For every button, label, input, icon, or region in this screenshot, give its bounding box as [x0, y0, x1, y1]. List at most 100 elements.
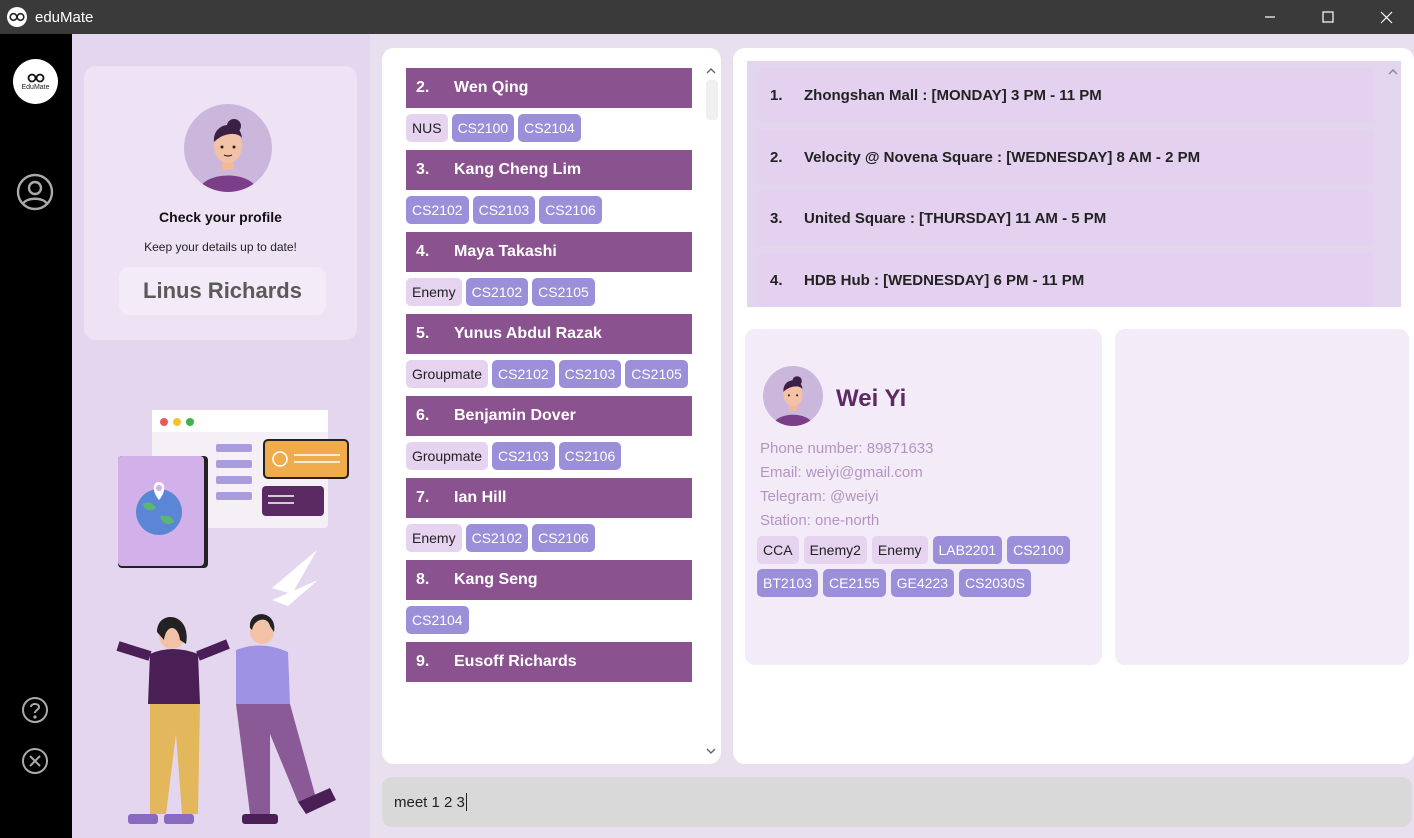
contact-tags: Groupmate CS2103 CS2106: [406, 436, 692, 478]
contact-header[interactable]: 2. Wen Qing: [406, 68, 692, 108]
meetup-text: Velocity @ Novena Square : [WEDNESDAY] 8…: [804, 148, 1201, 166]
edumate-logo[interactable]: EduMate: [13, 59, 58, 104]
exit-button[interactable]: [15, 741, 55, 781]
tag-badge: Enemy: [406, 278, 462, 306]
contact-name: Benjamin Dover: [454, 407, 576, 424]
contact-card[interactable]: 4. Maya Takashi Enemy CS2102 CS2105: [406, 232, 692, 314]
contact-index: 3.: [416, 161, 430, 178]
contact-tags: Groupmate CS2102 CS2103 CS2105: [406, 354, 692, 396]
contact-card[interactable]: 9. Eusoff Richards: [406, 642, 692, 696]
contact-header[interactable]: 7. Ian Hill: [406, 478, 692, 518]
meetup-text: HDB Hub : [WEDNESDAY] 6 PM - 11 PM: [804, 271, 1085, 289]
contact-header[interactable]: 6. Benjamin Dover: [406, 396, 692, 436]
command-input[interactable]: meet 1 2 3: [382, 777, 1412, 827]
contact-name: Yunus Abdul Razak: [454, 325, 602, 342]
tag-badge: CS2103: [558, 360, 622, 388]
tag-badge: CS2105: [625, 360, 688, 388]
tag-badge: CS2102: [406, 196, 469, 224]
tag-badge: CS2030S: [959, 569, 1031, 597]
maximize-button[interactable]: [1299, 0, 1357, 34]
profile-name[interactable]: Linus Richards: [119, 267, 326, 315]
tag-badge: CS2102: [465, 278, 529, 306]
contact-header[interactable]: 9. Eusoff Richards: [406, 642, 692, 682]
contact-tags: Enemy CS2102 CS2106: [406, 518, 692, 560]
help-button[interactable]: [15, 690, 55, 730]
window-title: eduMate: [35, 8, 94, 26]
contact-index: 9.: [416, 653, 430, 670]
tag-badge: LAB2201: [932, 536, 1003, 564]
detail-email: Email: weiyi@gmail.com: [760, 464, 923, 481]
scroll-down-button[interactable]: [705, 744, 717, 756]
meetup-text: Zhongshan Mall : [MONDAY] 3 PM - 11 PM: [804, 86, 1102, 104]
meetup-list[interactable]: 1. Zhongshan Mall : [MONDAY] 3 PM - 11 PM…: [747, 61, 1401, 307]
meetup-index: 3.: [770, 209, 783, 227]
contact-tags: [406, 682, 692, 696]
profile-heading: Check your profile: [159, 209, 282, 225]
contact-header[interactable]: 4. Maya Takashi: [406, 232, 692, 272]
close-circle-icon: [22, 748, 48, 774]
contact-index: 2.: [416, 79, 430, 96]
contact-index: 8.: [416, 571, 430, 588]
profile-card: Check your profile Keep your details up …: [84, 66, 357, 340]
tag-badge: GE4223: [890, 569, 955, 597]
tag-badge: CS2104: [406, 606, 469, 634]
detail-name: Wei Yi: [836, 385, 907, 412]
contact-name: Kang Cheng Lim: [454, 161, 582, 178]
tag-badge: CCA: [757, 536, 799, 564]
contact-list-panel[interactable]: 2. Wen Qing NUS CS2100 CS2104 3. Kang Cheng Li…: [382, 48, 721, 764]
tag-badge: CS2106: [532, 524, 595, 552]
profile-nav-button[interactable]: [15, 172, 55, 212]
contact-card[interactable]: 2. Wen Qing NUS CS2100 CS2104: [406, 68, 692, 150]
tag-badge: BT2103: [757, 569, 819, 597]
tag-badge: CE2155: [823, 569, 886, 597]
profile-pane: Check your profile Keep your details up …: [72, 34, 370, 838]
tag-badge: CS2100: [451, 114, 515, 142]
contact-name: Kang Seng: [454, 571, 538, 588]
meetup-scroll-up-button[interactable]: [1387, 65, 1406, 83]
contact-header[interactable]: 5. Yunus Abdul Razak: [406, 314, 692, 354]
nav-sidebar: EduMate: [0, 34, 72, 838]
meetup-index: 1.: [770, 86, 783, 104]
contact-tags: CS2104: [406, 600, 692, 642]
meetup-index: 4.: [770, 271, 783, 289]
contact-tags: CS2102 CS2103 CS2106: [406, 190, 692, 232]
scroll-up-button[interactable]: [705, 64, 717, 76]
tag-badge: Enemy2: [803, 536, 867, 564]
contact-name: Eusoff Richards: [454, 653, 577, 670]
contact-card[interactable]: 6. Benjamin Dover Groupmate CS2103 CS2106: [406, 396, 692, 478]
logo-text: EduMate: [21, 83, 50, 91]
contact-card[interactable]: 8. Kang Seng CS2104: [406, 560, 692, 642]
detail-telegram: Telegram: @weiyi: [760, 488, 879, 505]
maximize-icon: [1322, 11, 1334, 23]
title-bar: eduMate: [0, 0, 1414, 34]
contact-header[interactable]: 3. Kang Cheng Lim: [406, 150, 692, 190]
contact-card[interactable]: 3. Kang Cheng Lim CS2102 CS2103 CS2106: [406, 150, 692, 232]
glasses-icon: [27, 73, 44, 82]
contact-name: Ian Hill: [454, 489, 507, 506]
tag-badge: CS2106: [558, 442, 622, 470]
contact-header[interactable]: 8. Kang Seng: [406, 560, 692, 600]
contact-card[interactable]: 5. Yunus Abdul Razak Groupmate CS2102 CS2103…: [406, 314, 692, 396]
text-caret: [465, 793, 467, 811]
user-icon: [16, 173, 54, 211]
contact-tags: NUS CS2100 CS2104: [406, 108, 692, 150]
close-window-button[interactable]: [1357, 0, 1414, 34]
meetup-text: United Square : [THURSDAY] 11 AM - 5 PM: [804, 209, 1107, 227]
contact-card[interactable]: 7. Ian Hill Enemy CS2102 CS2106: [406, 478, 692, 560]
meetup-item[interactable]: 4. HDB Hub : [WEDNESDAY] 6 PM - 11 PM: [758, 253, 1374, 307]
meetup-item[interactable]: 1. Zhongshan Mall : [MONDAY] 3 PM - 11 PM: [758, 68, 1374, 122]
meetup-item[interactable]: 2. Velocity @ Novena Square : [WEDNESDAY]…: [758, 130, 1374, 184]
meetup-item[interactable]: 3. United Square : [THURSDAY] 11 AM - 5 P…: [758, 191, 1374, 245]
tag-badge: Groupmate: [406, 442, 489, 470]
tag-badge: CS2103: [492, 442, 555, 470]
minimize-button[interactable]: [1241, 0, 1299, 34]
contact-index: 5.: [416, 325, 430, 342]
scrollbar-thumb[interactable]: [706, 80, 718, 120]
contact-name: Wen Qing: [454, 79, 529, 96]
command-text: meet 1 2 3: [394, 793, 465, 811]
contact-detail-card: Wei Yi Phone number: 89871633 Email: wei…: [745, 329, 1102, 665]
detail-tags: CCA Enemy2 Enemy LAB2201 CS2100 BT2103 CE2155 G…: [757, 536, 1092, 597]
tag-badge: CS2102: [465, 524, 529, 552]
minimize-icon: [1265, 16, 1275, 18]
right-panel: 1. Zhongshan Mall : [MONDAY] 3 PM - 11 PM…: [733, 48, 1414, 764]
